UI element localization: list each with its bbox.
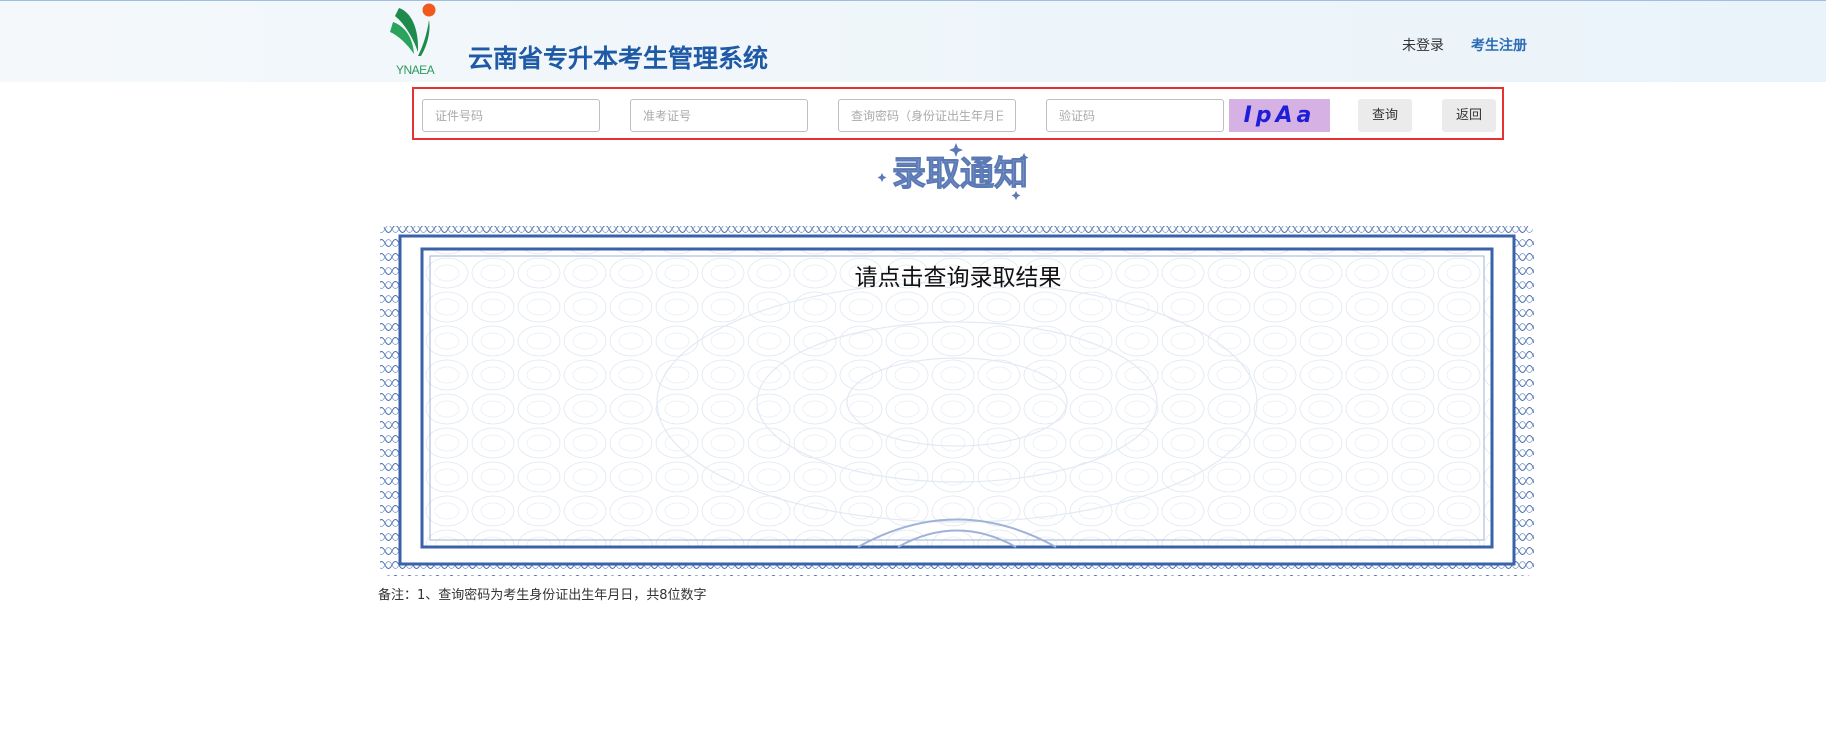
logo-text: YNAEA — [396, 63, 435, 77]
login-status: 未登录 — [1402, 38, 1444, 54]
search-form: IpAa 查询 返回 — [412, 87, 1504, 140]
top-header: YNAEA 云南省专升本考生管理系统 未登录 考生注册 — [0, 0, 1826, 82]
ticket-number-input[interactable] — [630, 99, 808, 132]
captcha-image[interactable]: IpAa — [1229, 99, 1330, 132]
back-button[interactable]: 返回 — [1442, 99, 1496, 132]
id-number-input[interactable] — [422, 99, 600, 132]
query-button[interactable]: 查询 — [1358, 99, 1412, 132]
footer-note: 备注：1、查询密码为考生身份证出生年月日，共8位数字 — [378, 588, 707, 603]
site-title: 云南省专升本考生管理系统 — [468, 44, 769, 73]
query-prompt-text: 请点击查询录取结果 — [854, 265, 1062, 291]
query-password-input[interactable] — [838, 99, 1016, 132]
register-link[interactable]: 考生注册 — [1471, 35, 1527, 55]
captcha-input[interactable] — [1046, 99, 1224, 132]
notice-badge-text: 录取通知 — [892, 154, 1028, 194]
admission-notice-badge: 录取通知 — [877, 143, 1029, 200]
query-prompt: 请点击查询录取结果 — [0, 258, 1826, 292]
